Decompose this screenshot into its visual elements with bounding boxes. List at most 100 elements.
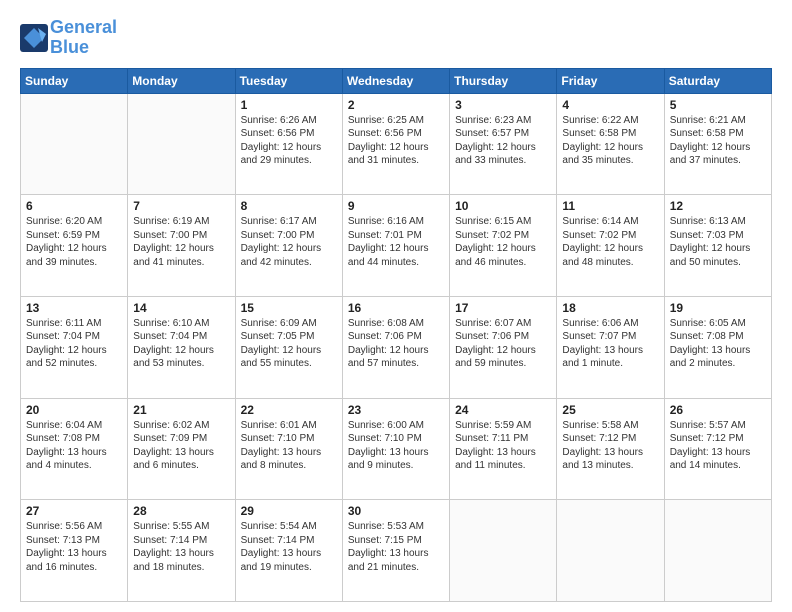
calendar-cell bbox=[21, 93, 128, 195]
day-number: 7 bbox=[133, 199, 229, 213]
day-info: Sunrise: 6:11 AM Sunset: 7:04 PM Dayligh… bbox=[26, 317, 122, 371]
week-row-3: 20 Sunrise: 6:04 AM Sunset: 7:08 PM Dayli… bbox=[21, 398, 772, 500]
week-row-1: 6Sunrise: 6:20 AM Sunset: 6:59 PM Daylig… bbox=[21, 195, 772, 297]
day-number: 10 bbox=[455, 199, 551, 213]
day-number: 11 bbox=[562, 199, 658, 213]
calendar-cell: 12 Sunrise: 6:13 AM Sunset: 7:03 PM Dayli… bbox=[664, 195, 771, 297]
day-info: Sunrise: 6:26 AM Sunset: 6:56 PM Dayligh… bbox=[241, 114, 337, 168]
calendar-cell: 18 Sunrise: 6:06 AM Sunset: 7:07 PM Dayli… bbox=[557, 296, 664, 398]
calendar-cell: 17 Sunrise: 6:07 AM Sunset: 7:06 PM Dayli… bbox=[450, 296, 557, 398]
day-info: Sunrise: 6:16 AM Sunset: 7:01 PM Dayligh… bbox=[348, 215, 444, 269]
header: General Blue bbox=[20, 18, 772, 58]
day-info: Sunrise: 6:21 AM Sunset: 6:58 PM Dayligh… bbox=[670, 114, 766, 168]
day-number: 9 bbox=[348, 199, 444, 213]
day-number: 3 bbox=[455, 98, 551, 112]
weekday-thursday: Thursday bbox=[450, 68, 557, 93]
calendar-cell: 14Sunrise: 6:10 AM Sunset: 7:04 PM Dayli… bbox=[128, 296, 235, 398]
calendar-cell: 2 Sunrise: 6:25 AM Sunset: 6:56 PM Daylig… bbox=[342, 93, 449, 195]
day-number: 29 bbox=[241, 504, 337, 518]
weekday-tuesday: Tuesday bbox=[235, 68, 342, 93]
calendar-cell bbox=[557, 500, 664, 602]
day-number: 25 bbox=[562, 403, 658, 417]
day-number: 19 bbox=[670, 301, 766, 315]
day-info: Sunrise: 6:19 AM Sunset: 7:00 PM Dayligh… bbox=[133, 215, 229, 269]
calendar-cell: 9 Sunrise: 6:16 AM Sunset: 7:01 PM Daylig… bbox=[342, 195, 449, 297]
day-info: Sunrise: 5:53 AM Sunset: 7:15 PM Dayligh… bbox=[348, 520, 444, 574]
weekday-wednesday: Wednesday bbox=[342, 68, 449, 93]
day-number: 8 bbox=[241, 199, 337, 213]
day-number: 27 bbox=[26, 504, 122, 518]
day-info: Sunrise: 6:25 AM Sunset: 6:56 PM Dayligh… bbox=[348, 114, 444, 168]
calendar-cell: 5 Sunrise: 6:21 AM Sunset: 6:58 PM Daylig… bbox=[664, 93, 771, 195]
calendar-table: SundayMondayTuesdayWednesdayThursdayFrid… bbox=[20, 68, 772, 602]
day-number: 18 bbox=[562, 301, 658, 315]
day-info: Sunrise: 6:17 AM Sunset: 7:00 PM Dayligh… bbox=[241, 215, 337, 269]
calendar-cell: 29 Sunrise: 5:54 AM Sunset: 7:14 PM Dayli… bbox=[235, 500, 342, 602]
day-number: 20 bbox=[26, 403, 122, 417]
day-number: 17 bbox=[455, 301, 551, 315]
day-info: Sunrise: 6:09 AM Sunset: 7:05 PM Dayligh… bbox=[241, 317, 337, 371]
day-info: Sunrise: 6:06 AM Sunset: 7:07 PM Dayligh… bbox=[562, 317, 658, 371]
calendar-cell: 23 Sunrise: 6:00 AM Sunset: 7:10 PM Dayli… bbox=[342, 398, 449, 500]
calendar-cell: 22Sunrise: 6:01 AM Sunset: 7:10 PM Dayli… bbox=[235, 398, 342, 500]
logo: General Blue bbox=[20, 18, 117, 58]
calendar-cell: 15 Sunrise: 6:09 AM Sunset: 7:05 PM Dayli… bbox=[235, 296, 342, 398]
calendar-cell: 28Sunrise: 5:55 AM Sunset: 7:14 PM Dayli… bbox=[128, 500, 235, 602]
day-info: Sunrise: 6:01 AM Sunset: 7:10 PM Dayligh… bbox=[241, 419, 337, 473]
calendar-cell: 7 Sunrise: 6:19 AM Sunset: 7:00 PM Daylig… bbox=[128, 195, 235, 297]
day-info: Sunrise: 6:07 AM Sunset: 7:06 PM Dayligh… bbox=[455, 317, 551, 371]
day-number: 30 bbox=[348, 504, 444, 518]
calendar-cell: 16 Sunrise: 6:08 AM Sunset: 7:06 PM Dayli… bbox=[342, 296, 449, 398]
calendar-cell: 25 Sunrise: 5:58 AM Sunset: 7:12 PM Dayli… bbox=[557, 398, 664, 500]
day-info: Sunrise: 6:05 AM Sunset: 7:08 PM Dayligh… bbox=[670, 317, 766, 371]
logo-general: General bbox=[50, 17, 117, 37]
day-number: 1 bbox=[241, 98, 337, 112]
calendar-cell: 1 Sunrise: 6:26 AM Sunset: 6:56 PM Daylig… bbox=[235, 93, 342, 195]
calendar-cell: 3Sunrise: 6:23 AM Sunset: 6:57 PM Daylig… bbox=[450, 93, 557, 195]
calendar-cell: 30 Sunrise: 5:53 AM Sunset: 7:15 PM Dayli… bbox=[342, 500, 449, 602]
weekday-header-row: SundayMondayTuesdayWednesdayThursdayFrid… bbox=[21, 68, 772, 93]
logo-icon bbox=[20, 24, 48, 52]
day-info: Sunrise: 5:58 AM Sunset: 7:12 PM Dayligh… bbox=[562, 419, 658, 473]
week-row-4: 27 Sunrise: 5:56 AM Sunset: 7:13 PM Dayli… bbox=[21, 500, 772, 602]
calendar-cell: 27 Sunrise: 5:56 AM Sunset: 7:13 PM Dayli… bbox=[21, 500, 128, 602]
calendar-cell: 19 Sunrise: 6:05 AM Sunset: 7:08 PM Dayli… bbox=[664, 296, 771, 398]
day-number: 13 bbox=[26, 301, 122, 315]
day-number: 21 bbox=[133, 403, 229, 417]
day-info: Sunrise: 6:08 AM Sunset: 7:06 PM Dayligh… bbox=[348, 317, 444, 371]
calendar-cell: 10 Sunrise: 6:15 AM Sunset: 7:02 PM Dayli… bbox=[450, 195, 557, 297]
day-info: Sunrise: 5:54 AM Sunset: 7:14 PM Dayligh… bbox=[241, 520, 337, 574]
calendar-cell: 4Sunrise: 6:22 AM Sunset: 6:58 PM Daylig… bbox=[557, 93, 664, 195]
day-number: 12 bbox=[670, 199, 766, 213]
calendar-cell bbox=[450, 500, 557, 602]
day-number: 2 bbox=[348, 98, 444, 112]
weekday-saturday: Saturday bbox=[664, 68, 771, 93]
day-number: 28 bbox=[133, 504, 229, 518]
day-number: 5 bbox=[670, 98, 766, 112]
week-row-0: 1 Sunrise: 6:26 AM Sunset: 6:56 PM Daylig… bbox=[21, 93, 772, 195]
day-number: 6 bbox=[26, 199, 122, 213]
day-info: Sunrise: 6:04 AM Sunset: 7:08 PM Dayligh… bbox=[26, 419, 122, 473]
day-number: 15 bbox=[241, 301, 337, 315]
logo-text: General Blue bbox=[50, 18, 117, 58]
day-info: Sunrise: 6:13 AM Sunset: 7:03 PM Dayligh… bbox=[670, 215, 766, 269]
day-info: Sunrise: 6:22 AM Sunset: 6:58 PM Dayligh… bbox=[562, 114, 658, 168]
calendar-cell: 8 Sunrise: 6:17 AM Sunset: 7:00 PM Daylig… bbox=[235, 195, 342, 297]
day-info: Sunrise: 6:14 AM Sunset: 7:02 PM Dayligh… bbox=[562, 215, 658, 269]
day-number: 23 bbox=[348, 403, 444, 417]
day-info: Sunrise: 6:15 AM Sunset: 7:02 PM Dayligh… bbox=[455, 215, 551, 269]
page: General Blue SundayMondayTuesdayWednesda… bbox=[0, 0, 792, 612]
calendar-cell bbox=[128, 93, 235, 195]
calendar-cell: 21Sunrise: 6:02 AM Sunset: 7:09 PM Dayli… bbox=[128, 398, 235, 500]
week-row-2: 13 Sunrise: 6:11 AM Sunset: 7:04 PM Dayli… bbox=[21, 296, 772, 398]
day-number: 16 bbox=[348, 301, 444, 315]
day-info: Sunrise: 5:56 AM Sunset: 7:13 PM Dayligh… bbox=[26, 520, 122, 574]
calendar-cell: 20 Sunrise: 6:04 AM Sunset: 7:08 PM Dayli… bbox=[21, 398, 128, 500]
weekday-friday: Friday bbox=[557, 68, 664, 93]
calendar-cell bbox=[664, 500, 771, 602]
day-info: Sunrise: 6:10 AM Sunset: 7:04 PM Dayligh… bbox=[133, 317, 229, 371]
logo-blue: Blue bbox=[50, 37, 89, 57]
day-info: Sunrise: 6:00 AM Sunset: 7:10 PM Dayligh… bbox=[348, 419, 444, 473]
calendar-cell: 26Sunrise: 5:57 AM Sunset: 7:12 PM Dayli… bbox=[664, 398, 771, 500]
calendar-cell: 24Sunrise: 5:59 AM Sunset: 7:11 PM Dayli… bbox=[450, 398, 557, 500]
